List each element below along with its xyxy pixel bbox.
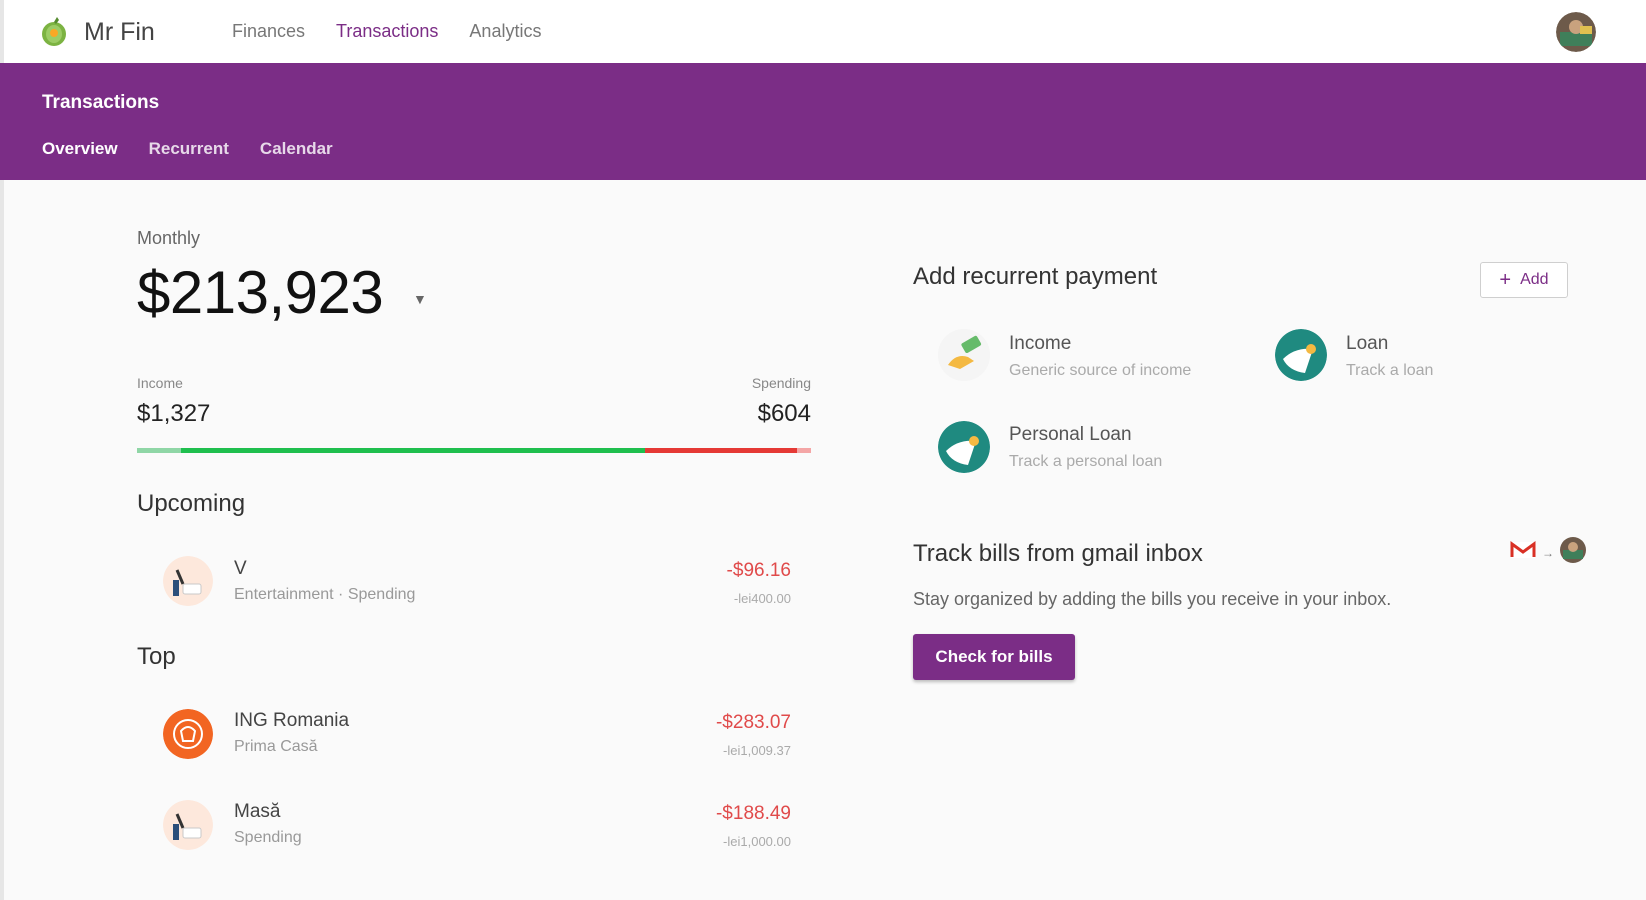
bar-segment: [797, 448, 811, 453]
period-dropdown-icon[interactable]: ▼: [413, 291, 427, 307]
upcoming-item-category: Entertainment · Spending: [234, 586, 416, 603]
spending-label: Spending: [751, 375, 811, 391]
bar-segment: [645, 448, 798, 453]
page-title: Transactions: [42, 92, 160, 113]
gmail-icon: [1510, 541, 1536, 564]
top-item-original-amount: -lei1,000.00: [723, 834, 791, 849]
recurrent-option-desc: Track a personal loan: [1009, 453, 1163, 470]
recurrent-option-name: Income: [1009, 333, 1072, 354]
top-item-amount: -$283.07: [715, 712, 791, 733]
app-logo-icon[interactable]: [38, 16, 70, 48]
top-item-original-amount: -lei1,009.37: [723, 743, 791, 758]
plus-icon: +: [1499, 269, 1512, 291]
add-button-label: Add: [1520, 271, 1549, 288]
bar-segment: [181, 448, 646, 453]
loan-icon: [1275, 329, 1327, 381]
tab-calendar[interactable]: Calendar: [260, 139, 333, 159]
upcoming-item-amount: -$96.16: [726, 560, 791, 581]
ing-logo-icon: [163, 709, 213, 759]
spending-value: $604: [757, 400, 811, 427]
user-avatar[interactable]: [1556, 12, 1596, 52]
income-spending-bar: [137, 448, 811, 453]
main-nav: Finances Transactions Analytics: [232, 21, 541, 42]
app-title[interactable]: Mr Fin: [84, 18, 155, 47]
upcoming-heading: Upcoming: [137, 490, 246, 517]
top-item-name: ING Romania: [234, 710, 350, 731]
income-value: $1,327: [137, 400, 211, 427]
bar-segment: [137, 448, 182, 453]
gmail-connection: →: [1510, 537, 1586, 568]
recurrent-option-desc: Track a loan: [1346, 362, 1434, 379]
monthly-total: $213,923: [137, 259, 384, 326]
top-item-category: Prima Casă: [234, 738, 318, 755]
nav-item-analytics[interactable]: Analytics: [469, 21, 541, 42]
top-bar: Mr Fin Finances Transactions Analytics: [0, 0, 1646, 63]
upcoming-item-name: V: [234, 558, 247, 579]
recurrent-option-name: Personal Loan: [1009, 424, 1132, 445]
upcoming-item-original-amount: -lei400.00: [733, 591, 791, 606]
track-bills-description: Stay organized by adding the bills you r…: [913, 589, 1392, 609]
income-label: Income: [137, 375, 183, 391]
add-recurrent-button[interactable]: + Add: [1480, 262, 1568, 298]
top-item-amount: -$188.49: [715, 803, 791, 824]
left-edge-divider: [0, 180, 4, 900]
check-for-bills-button[interactable]: Check for bills: [913, 634, 1075, 680]
cart-icon: [163, 556, 213, 606]
nav-item-finances[interactable]: Finances: [232, 21, 305, 42]
user-avatar-small: [1560, 537, 1586, 568]
section-header: Transactions Overview Recurrent Calendar: [0, 63, 1646, 180]
tab-recurrent[interactable]: Recurrent: [149, 139, 229, 159]
recurrent-option-desc: Generic source of income: [1009, 362, 1192, 379]
recurrent-option-name: Loan: [1346, 333, 1389, 354]
track-bills-title: Track bills from gmail inbox: [913, 540, 1203, 567]
recurrent-payment-title: Add recurrent payment: [913, 263, 1158, 290]
top-item-category: Spending: [234, 829, 302, 846]
top-heading: Top: [137, 643, 176, 670]
personal-loan-icon: [938, 421, 990, 473]
tab-overview[interactable]: Overview: [42, 139, 118, 159]
nav-item-transactions[interactable]: Transactions: [336, 21, 438, 42]
money-hand-icon: [938, 329, 990, 381]
top-item-name: Masă: [234, 801, 281, 822]
period-label: Monthly: [137, 228, 201, 248]
cart-icon: [163, 800, 213, 850]
sub-tabs: Overview Recurrent Calendar: [42, 139, 333, 159]
arrow-right-icon: →: [1542, 545, 1554, 560]
